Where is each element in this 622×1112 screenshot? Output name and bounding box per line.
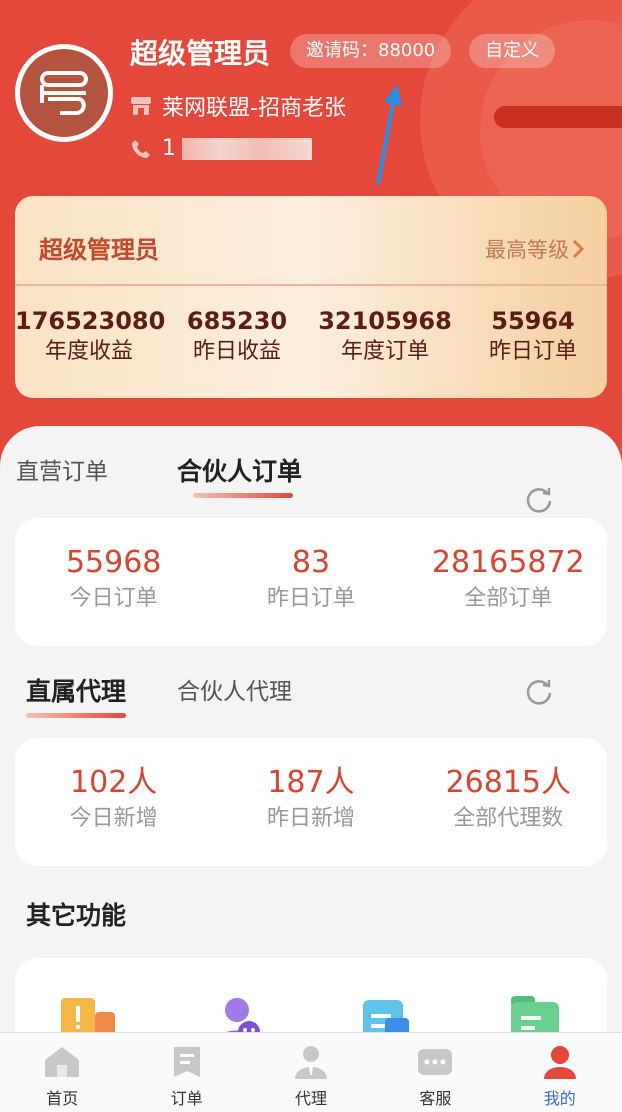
nav-item-orders[interactable]: 订单	[124, 1033, 248, 1112]
order-stats-card: 55968 今日订单 83 昨日订单 28165872 全部订单	[15, 518, 607, 646]
header-decoration	[494, 106, 622, 128]
tab-label: 直属代理	[26, 677, 127, 706]
level-stat-yesterday-income: 685230 昨日收益	[163, 306, 311, 368]
stat-label: 今日订单	[69, 586, 158, 611]
divider	[15, 284, 607, 286]
refresh-icon[interactable]	[524, 484, 554, 514]
stat-value: 102人	[70, 765, 158, 800]
stat-label: 今日新增	[69, 806, 158, 831]
stat-value: 187人	[267, 765, 355, 800]
chevron-right-icon	[572, 239, 585, 259]
stat-value: 176523080	[15, 307, 166, 335]
order-tabs: 直营订单 合伙人订单	[0, 452, 622, 513]
other-functions-title: 其它功能	[26, 901, 127, 930]
profile-icon	[543, 1046, 576, 1079]
store-icon	[131, 97, 151, 115]
stat-label: 昨日订单	[488, 339, 577, 364]
stat-label: 昨日订单	[266, 586, 355, 611]
nav-label: 客服	[419, 1089, 452, 1108]
stat-today-new[interactable]: 102人 今日新增	[15, 738, 212, 866]
stat-label: 年度收益	[44, 339, 133, 364]
phone-number: 1	[162, 136, 176, 161]
bottom-navigation: 首页 订单 代理 客服 我的	[0, 1032, 622, 1112]
user-name: 超级管理员	[130, 37, 271, 70]
tab-direct-agents[interactable]: 直属代理	[26, 672, 127, 718]
level-link[interactable]: 最高等级	[485, 234, 587, 264]
nav-item-agents[interactable]: 代理	[249, 1033, 373, 1112]
nav-label: 首页	[46, 1089, 79, 1108]
phone-mask	[182, 137, 312, 160]
nav-item-support[interactable]: 客服	[373, 1033, 497, 1112]
stat-value: 55964	[491, 307, 575, 335]
custom-button[interactable]: 自定义	[469, 34, 555, 68]
tab-direct-orders[interactable]: 直营订单	[16, 452, 108, 492]
invite-code-badge[interactable]: 邀请码：88000	[290, 34, 452, 68]
avatar-logo	[20, 49, 108, 137]
agent-tabs: 直属代理 合伙人代理	[0, 672, 622, 720]
arrow-annotation-icon	[376, 84, 402, 185]
stat-value: 32105968	[318, 307, 452, 335]
stat-value: 26815人	[445, 765, 571, 800]
level-card: 超级管理员 最高等级 176523080 年度收益 685230 昨日收益 32…	[15, 196, 607, 398]
tab-underline	[193, 493, 293, 498]
agent-icon	[294, 1046, 327, 1079]
refresh-icon[interactable]	[524, 676, 554, 706]
stat-all-agents[interactable]: 26815人 全部代理数	[410, 738, 607, 866]
tab-partner-agents[interactable]: 合伙人代理	[177, 672, 292, 712]
level-link-label: 最高等级	[485, 238, 569, 262]
profile-header: 超级管理员 邀请码：88000 自定义 莱网联盟-招商老张 1 超级管理员 最高…	[0, 0, 622, 470]
stat-value: 55968	[65, 545, 162, 580]
tab-label: 合伙人订单	[177, 457, 303, 486]
tab-partner-orders[interactable]: 合伙人订单	[177, 452, 303, 498]
logo-icon	[40, 71, 88, 115]
nav-label: 订单	[170, 1089, 203, 1108]
phone-line: 1	[130, 136, 312, 161]
level-stat-annual-income: 176523080 年度收益	[15, 306, 166, 368]
tab-underline	[26, 713, 126, 718]
stat-value: 83	[291, 545, 331, 580]
stat-value: 28165872	[431, 545, 585, 580]
store-line: 莱网联盟-招商老张	[130, 90, 346, 122]
avatar[interactable]	[15, 44, 113, 142]
nav-item-home[interactable]: 首页	[0, 1033, 124, 1112]
store-name: 莱网联盟-招商老张	[162, 96, 346, 121]
stat-label: 全部代理数	[453, 806, 564, 831]
chat-icon	[418, 1049, 453, 1075]
stat-value: 685230	[186, 307, 288, 335]
level-stat-annual-orders: 32105968 年度订单	[311, 306, 459, 368]
order-icon	[173, 1047, 200, 1077]
main-panel: 直营订单 合伙人订单 55968 今日订单 83 昨日订单 28165872 全…	[0, 426, 622, 1112]
nav-item-profile[interactable]: 我的	[498, 1033, 622, 1112]
stat-yesterday-new[interactable]: 187人 昨日新增	[212, 738, 409, 866]
stat-label: 昨日收益	[192, 339, 281, 364]
home-icon	[45, 1047, 80, 1077]
phone-icon	[132, 139, 150, 158]
nav-label: 我的	[543, 1089, 576, 1108]
level-stat-yesterday-orders: 55964 昨日订单	[459, 306, 607, 368]
stat-all-orders[interactable]: 28165872 全部订单	[410, 518, 607, 646]
level-title: 超级管理员	[39, 236, 159, 264]
stat-label: 年度订单	[340, 339, 429, 364]
nav-label: 代理	[294, 1089, 327, 1108]
stat-yesterday-orders[interactable]: 83 昨日订单	[212, 518, 409, 646]
agent-stats-card: 102人 今日新增 187人 昨日新增 26815人 全部代理数	[15, 738, 607, 866]
level-stats: 176523080 年度收益 685230 昨日收益 32105968 年度订单…	[15, 306, 607, 368]
stat-today-orders[interactable]: 55968 今日订单	[15, 518, 212, 646]
stat-label: 全部订单	[464, 586, 553, 611]
stat-label: 昨日新增	[266, 806, 355, 831]
